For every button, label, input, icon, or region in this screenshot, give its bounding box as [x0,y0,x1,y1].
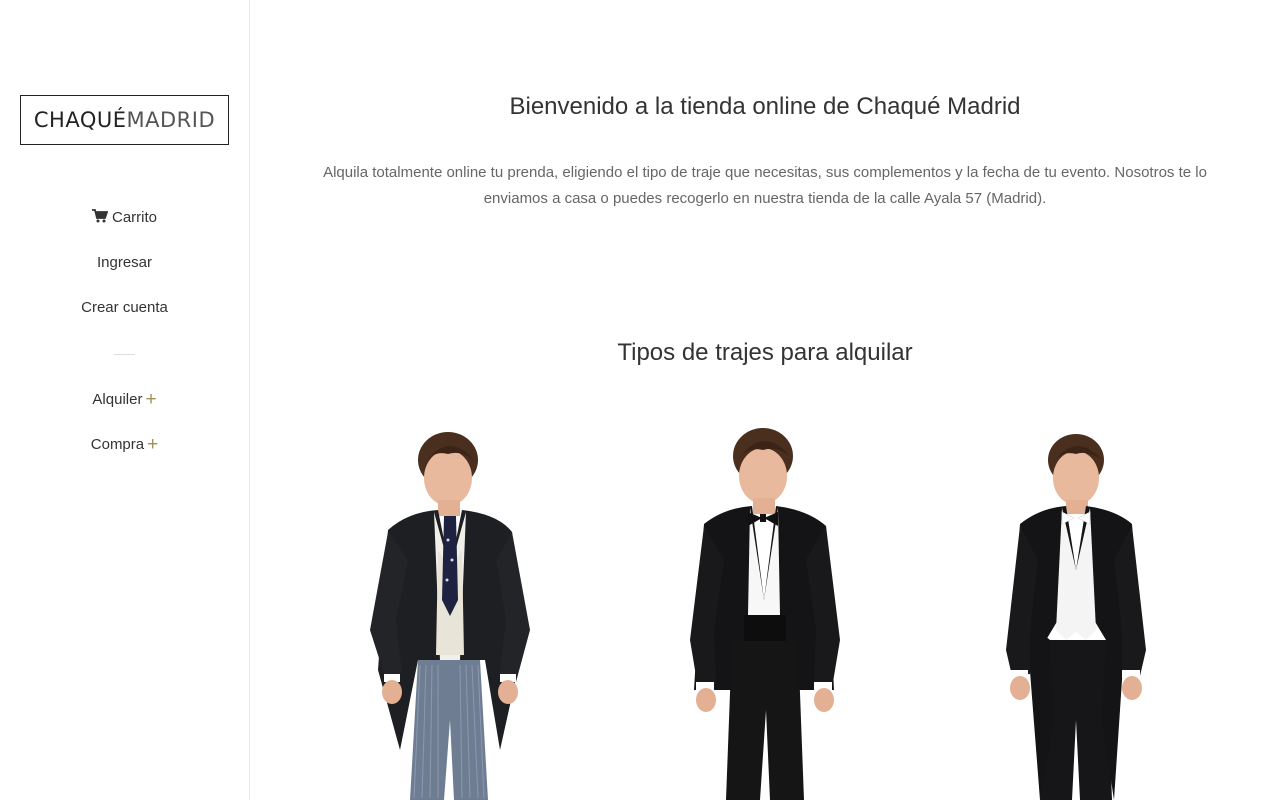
product-card-frac[interactable] [966,420,1206,800]
product-image-esmoquin [690,428,840,800]
plus-icon[interactable]: + [147,434,158,455]
menu-label: Alquiler [92,391,143,408]
welcome-title: Bienvenido a la tienda online de Chaqué … [509,93,1021,120]
intro-text: Alquila totalmente online tu prenda, eli… [323,164,1207,207]
create-account-link[interactable]: Crear cuenta [0,299,249,316]
plus-icon[interactable]: + [145,389,156,410]
sidebar: CHAQUÉ MADRID Carrito Ingresar Crear cue… [0,0,250,800]
sidebar-item-alquiler[interactable]: Alquiler + [0,389,249,411]
product-card-chaque[interactable] [330,420,570,800]
logo-text-part1: CHAQUÉ [33,108,127,132]
product-image-chaque [370,432,530,800]
product-card-esmoquin[interactable] [648,420,888,800]
cart-label: Carrito [111,209,157,226]
product-image-frac [1006,434,1146,800]
main-content: Bienvenido a la tienda online de Chaqué … [250,0,1280,800]
section-title: Tipos de trajes para alquilar [617,339,913,366]
page: CHAQUÉ MADRID Carrito Ingresar Crear cue… [0,0,1280,800]
login-link[interactable]: Ingresar [0,254,249,271]
logo[interactable]: CHAQUÉ MADRID [20,95,229,145]
divider [114,354,135,355]
cart-icon [91,209,109,227]
logo-text-part2: MADRID [126,108,216,132]
menu-label: Compra [90,436,145,453]
sidebar-item-compra[interactable]: Compra + [0,434,249,456]
sidebar-item-cart[interactable]: Carrito [0,209,249,227]
